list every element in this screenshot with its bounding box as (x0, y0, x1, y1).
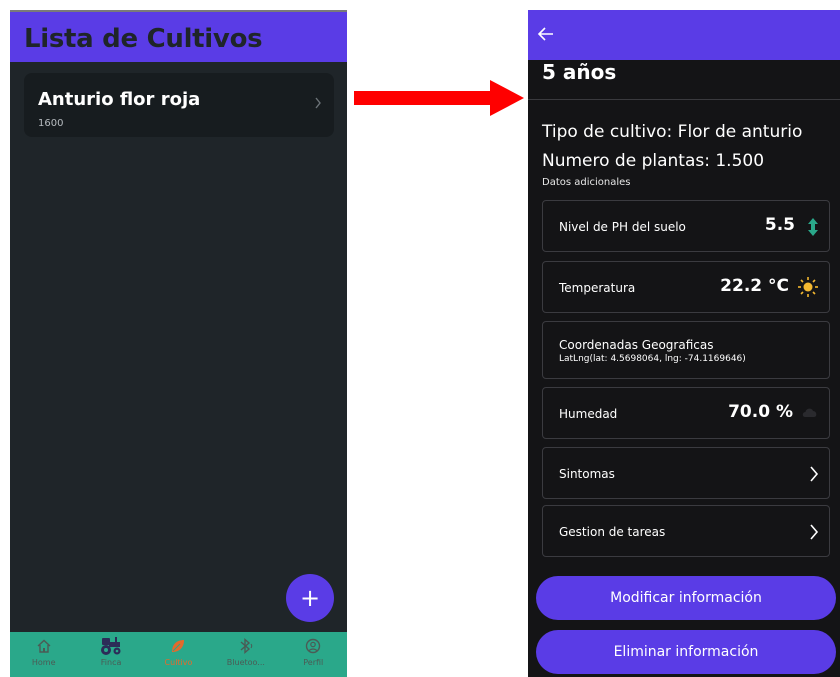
nav-label-home: Home (31, 658, 56, 667)
bluetooth-icon (238, 636, 254, 656)
nav-label-finca: Finca (100, 658, 122, 667)
chevron-right-icon (810, 466, 819, 482)
back-arrow-icon[interactable] (536, 24, 556, 44)
nav-item-bluetooth[interactable]: Bluetoo... (216, 636, 276, 667)
chevron-right-icon (810, 524, 819, 540)
nav-item-finca[interactable]: Finca (81, 636, 141, 667)
symptoms-label: Sintomas (559, 467, 615, 481)
crop-type: Tipo de cultivo: Flor de anturio (542, 122, 803, 142)
tasks-row[interactable]: Gestion de tareas (542, 505, 830, 557)
nav-item-cultivo[interactable]: Cultivo (148, 636, 208, 667)
nav-label-bluetooth: Bluetoo... (226, 658, 265, 667)
symptoms-row[interactable]: Sintomas (542, 447, 830, 499)
home-icon (36, 636, 52, 656)
crop-plant-count: 1600 (38, 118, 64, 129)
humidity-value: 70.0 % (728, 402, 793, 422)
app-bar: Lista de Cultivos (10, 10, 347, 62)
divider (528, 99, 840, 100)
coordinates-label: Coordenadas Geograficas (559, 338, 714, 352)
ph-label: Nivel de PH del suelo (559, 220, 686, 234)
humidity-label: Humedad (559, 407, 618, 421)
nav-label-perfil: Perfil (303, 658, 324, 667)
leaf-icon (170, 636, 186, 656)
tractor-icon (99, 636, 123, 656)
crop-list-item[interactable]: Anturio flor roja 1600 (24, 73, 334, 137)
page-title: Lista de Cultivos (24, 24, 263, 54)
coordinates-value: LatLng(lat: 4.5698064, lng: -74.1169646) (559, 354, 746, 364)
transition-arrow (354, 80, 524, 116)
ph-value: 5.5 (764, 215, 795, 235)
updown-arrow-icon (808, 218, 818, 236)
profile-icon (305, 636, 321, 656)
sun-icon (798, 277, 818, 297)
crop-age: 5 años (542, 60, 617, 84)
cloud-icon (802, 408, 817, 417)
coordinates-card: Coordenadas Geograficas LatLng(lat: 4.56… (542, 321, 830, 379)
temperature-label: Temperatura (559, 281, 636, 295)
add-crop-button[interactable]: + (286, 574, 334, 622)
humidity-card: Humedad 70.0 % (542, 387, 830, 439)
nav-label-cultivo: Cultivo (164, 658, 193, 667)
tasks-label: Gestion de tareas (559, 525, 666, 539)
plant-count: Numero de plantas: 1.500 (542, 151, 765, 171)
crop-list-screen: Lista de Cultivos Anturio flor roja 1600… (10, 10, 347, 677)
bottom-navigation: Home Finca Cultivo Bluetoo... Perfil (10, 632, 347, 677)
nav-item-home[interactable]: Home (14, 636, 74, 667)
temperature-card: Temperatura 22.2 °C (542, 261, 830, 313)
crop-name: Anturio flor roja (38, 89, 201, 110)
delete-button[interactable]: Eliminar información (536, 630, 836, 674)
app-bar (528, 10, 840, 60)
extra-data-label: Datos adicionales (542, 177, 631, 188)
temperature-value: 22.2 °C (720, 276, 789, 296)
modify-button[interactable]: Modificar información (536, 576, 836, 620)
nav-item-perfil[interactable]: Perfil (283, 636, 343, 667)
crop-detail-screen: 5 años Tipo de cultivo: Flor de anturio … (528, 10, 840, 677)
ph-card: Nivel de PH del suelo 5.5 (542, 200, 830, 252)
chevron-right-icon (315, 97, 321, 109)
